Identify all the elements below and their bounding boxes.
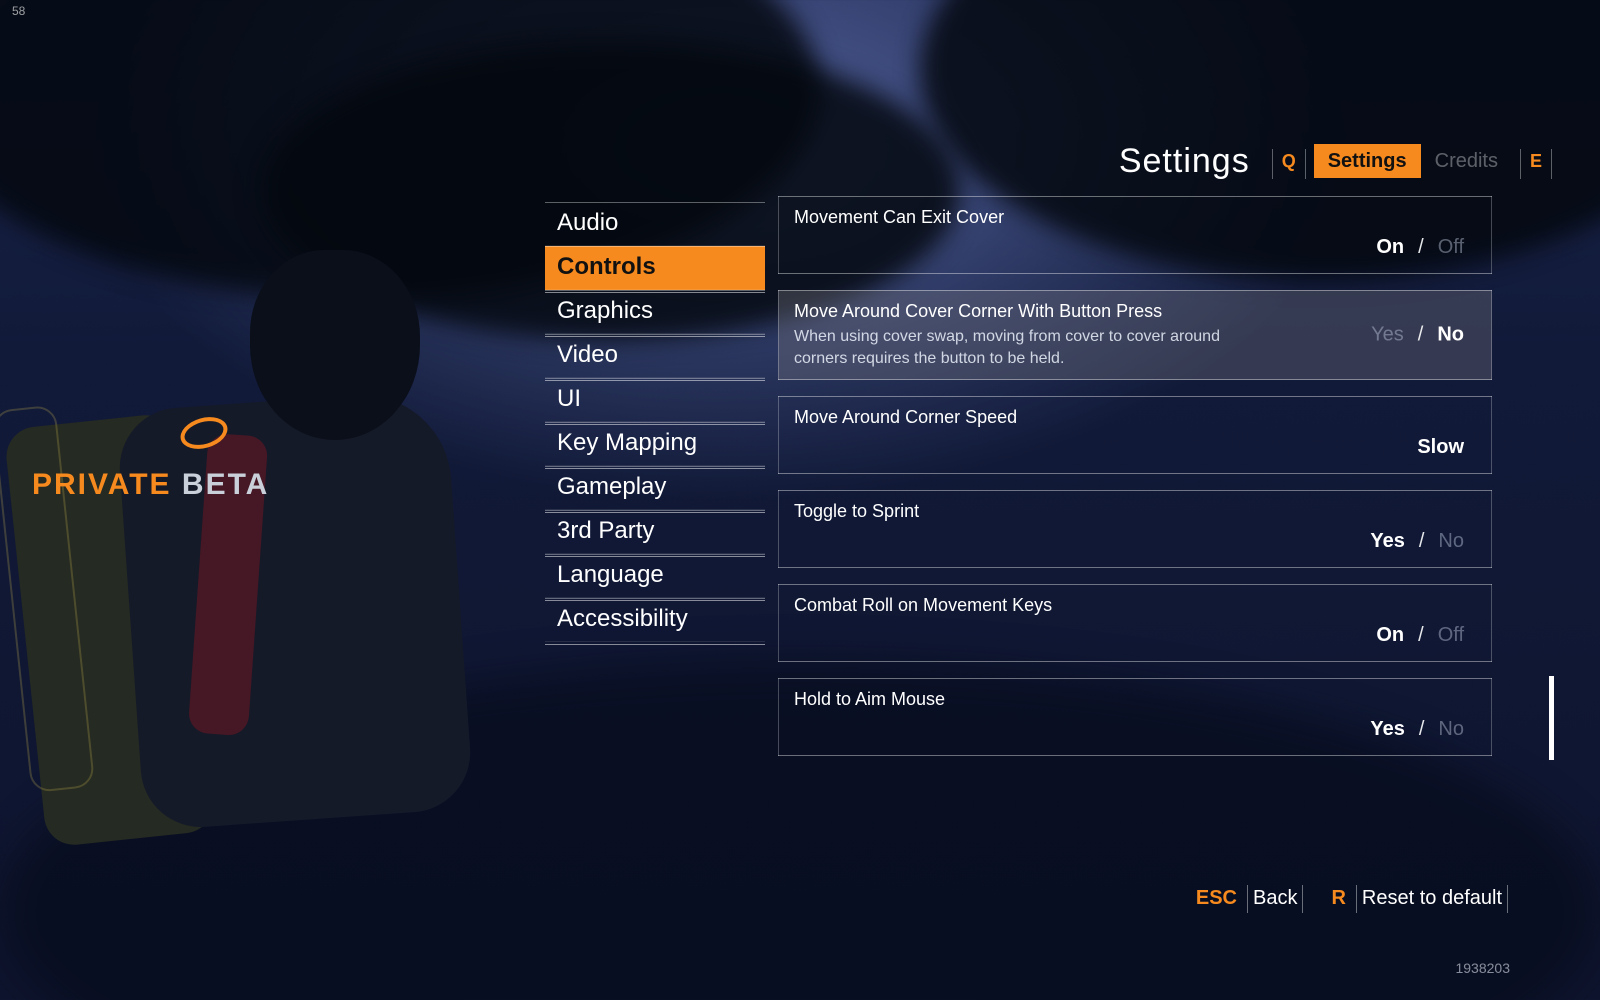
options-panel: Movement Can Exit Cover On / Off Move Around… bbox=[778, 196, 1492, 772]
option-choice[interactable]: Yes bbox=[1370, 530, 1404, 553]
option-value[interactable]: Yes / No bbox=[1370, 718, 1464, 741]
back-key: ESC bbox=[1196, 887, 1237, 910]
option-choice[interactable]: On bbox=[1376, 624, 1404, 647]
reset-key: R bbox=[1331, 887, 1345, 910]
option-choice[interactable]: Off bbox=[1438, 624, 1464, 647]
watermark-b: BETA bbox=[182, 468, 269, 501]
option-label: Move Around Corner Speed bbox=[794, 407, 1476, 428]
fps-counter: 58 bbox=[12, 4, 25, 18]
option-value[interactable]: Slow bbox=[1417, 436, 1464, 459]
sidebar-item-accessibility[interactable]: Accessibility bbox=[545, 598, 765, 642]
option-row[interactable]: Toggle to Sprint Yes / No bbox=[778, 490, 1492, 568]
option-single-value: Slow bbox=[1417, 436, 1464, 459]
option-choice[interactable]: No bbox=[1438, 530, 1464, 553]
option-label: Hold to Aim Mouse bbox=[794, 689, 1476, 710]
next-tab-key[interactable]: E bbox=[1528, 151, 1544, 171]
sidebar-item-key-mapping[interactable]: Key Mapping bbox=[545, 422, 765, 466]
sidebar-item-3rd-party[interactable]: 3rd Party bbox=[545, 510, 765, 554]
option-label: Toggle to Sprint bbox=[794, 501, 1476, 522]
watermark-a: PRIVATE bbox=[32, 468, 182, 501]
option-value[interactable]: On / Off bbox=[1376, 624, 1464, 647]
sidebar-item-audio[interactable]: Audio bbox=[545, 202, 765, 246]
sidebar-item-gameplay[interactable]: Gameplay bbox=[545, 466, 765, 510]
option-row[interactable]: Movement Can Exit Cover On / Off bbox=[778, 196, 1492, 274]
tab-credits[interactable]: Credits bbox=[1421, 144, 1512, 178]
choice-divider: / bbox=[1419, 530, 1425, 553]
sidebar-item-controls[interactable]: Controls bbox=[545, 246, 765, 290]
sidebar-item-ui[interactable]: UI bbox=[545, 378, 765, 422]
option-row[interactable]: Move Around Corner Speed Slow bbox=[778, 396, 1492, 474]
option-value[interactable]: Yes / No bbox=[1370, 530, 1464, 553]
option-choice[interactable]: No bbox=[1438, 718, 1464, 741]
option-row[interactable]: Combat Roll on Movement Keys On / Off bbox=[778, 584, 1492, 662]
prev-tab-key[interactable]: Q bbox=[1280, 151, 1298, 171]
option-value[interactable]: On / Off bbox=[1376, 236, 1464, 259]
option-label: Movement Can Exit Cover bbox=[794, 207, 1476, 228]
sidebar-item-language[interactable]: Language bbox=[545, 554, 765, 598]
back-label: Back bbox=[1253, 887, 1297, 909]
option-choice[interactable]: Yes bbox=[1370, 718, 1404, 741]
option-choice[interactable]: On bbox=[1376, 236, 1404, 259]
option-choice[interactable]: Yes bbox=[1371, 324, 1404, 347]
sidebar-item-graphics[interactable]: Graphics bbox=[545, 290, 765, 334]
back-hint[interactable]: ESC Back bbox=[1196, 887, 1304, 910]
build-number: 1938203 bbox=[1455, 960, 1510, 976]
choice-divider: / bbox=[1418, 324, 1424, 347]
player-character bbox=[60, 250, 480, 1000]
choice-divider: / bbox=[1419, 718, 1425, 741]
scrollbar-thumb[interactable] bbox=[1549, 676, 1554, 760]
choice-divider: / bbox=[1418, 624, 1424, 647]
option-row[interactable]: Move Around Cover Corner With Button Pre… bbox=[778, 290, 1492, 380]
tab-settings[interactable]: Settings bbox=[1314, 144, 1421, 178]
option-description: When using cover swap, moving from cover… bbox=[794, 326, 1234, 369]
footer-hints: ESC Back R Reset to default bbox=[1196, 887, 1508, 910]
header: Settings Q SettingsCredits E bbox=[1105, 140, 1548, 183]
option-value[interactable]: Yes / No bbox=[1371, 324, 1464, 347]
page-title: Settings bbox=[1105, 140, 1264, 183]
reset-hint[interactable]: R Reset to default bbox=[1331, 887, 1508, 910]
choice-divider: / bbox=[1418, 236, 1424, 259]
reset-label: Reset to default bbox=[1362, 887, 1502, 909]
sidebar-item-video[interactable]: Video bbox=[545, 334, 765, 378]
option-row[interactable]: Hold to Aim Mouse Yes / No bbox=[778, 678, 1492, 756]
option-choice[interactable]: No bbox=[1437, 324, 1464, 347]
option-label: Move Around Cover Corner With Button Pre… bbox=[794, 301, 1476, 322]
option-choice[interactable]: Off bbox=[1438, 236, 1464, 259]
option-label: Combat Roll on Movement Keys bbox=[794, 595, 1476, 616]
category-sidebar: AudioControlsGraphicsVideoUIKey MappingG… bbox=[545, 202, 765, 642]
watermark: PRIVATE BETA bbox=[32, 468, 269, 502]
